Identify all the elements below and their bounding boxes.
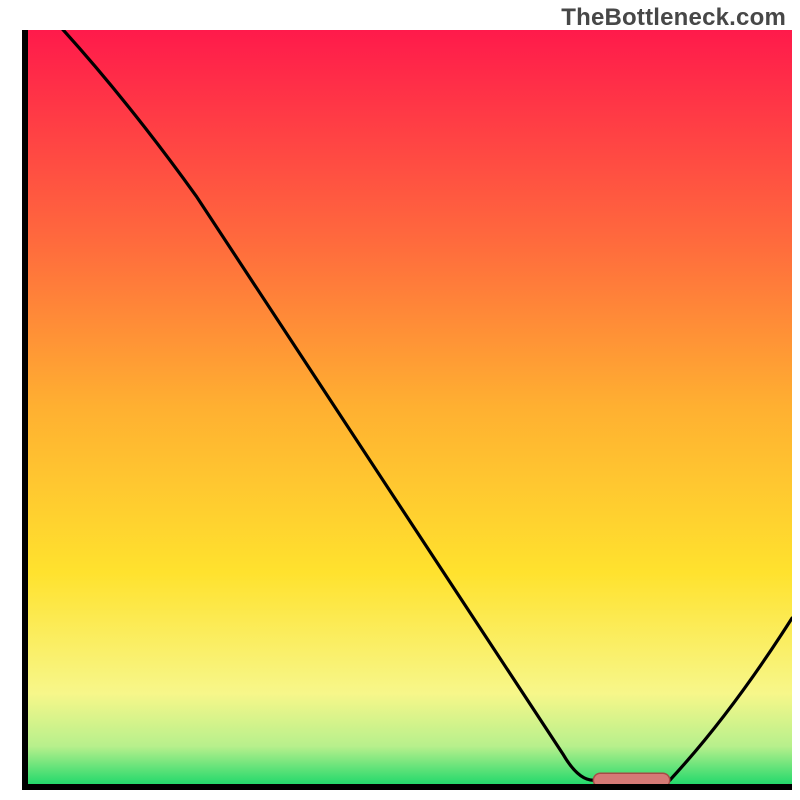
watermark-text: TheBottleneck.com	[561, 4, 786, 32]
optimum-marker	[593, 773, 669, 784]
chart-svg	[28, 30, 792, 784]
gradient-background	[28, 30, 792, 784]
chart-frame: TheBottleneck.com	[0, 0, 800, 800]
plot-area	[22, 30, 792, 790]
